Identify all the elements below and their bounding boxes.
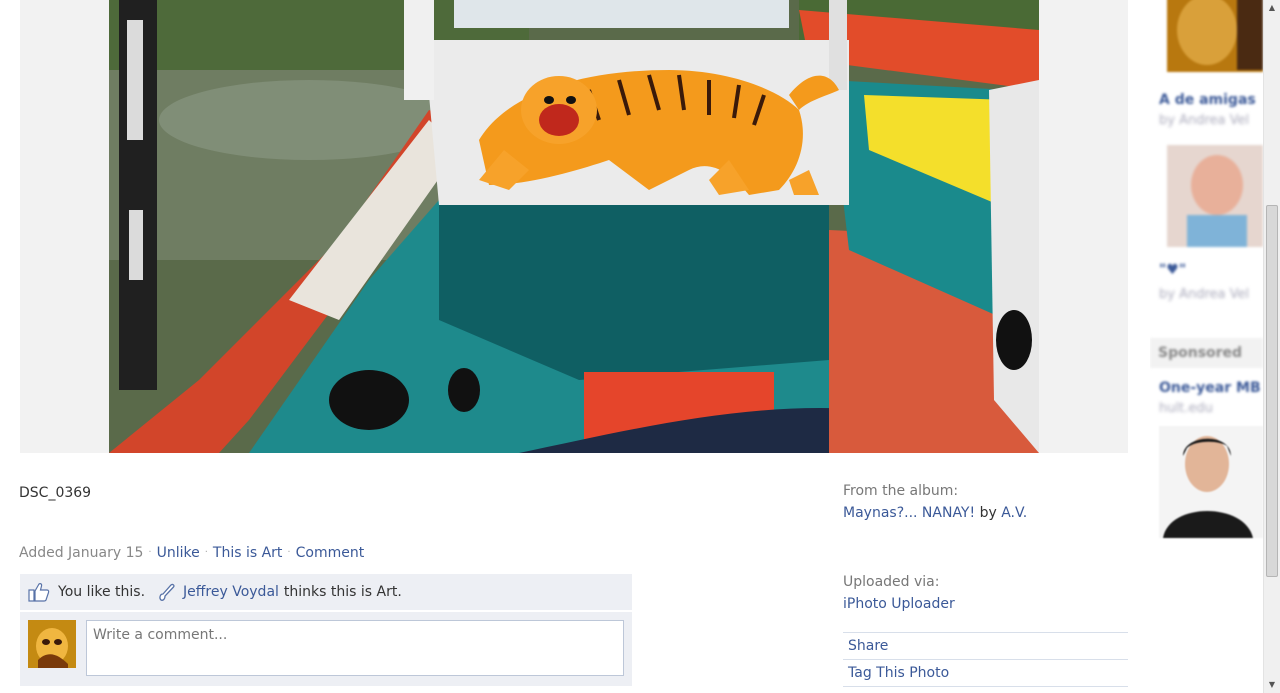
unlike-link[interactable]: Unlike <box>157 545 200 561</box>
right-sidebar: A de amigas by Andrea Vel "♥" by Andrea … <box>1150 0 1263 693</box>
you-like-text: You like this. <box>58 584 146 600</box>
by-word: by <box>979 505 997 521</box>
likes-box: You like this. Jeffrey Voydal thinks thi… <box>20 574 632 610</box>
comment-input[interactable] <box>86 620 624 676</box>
share-link[interactable]: Share <box>843 632 1128 659</box>
avatar[interactable] <box>28 620 76 668</box>
author-link[interactable]: A.V. <box>1001 505 1027 521</box>
sidebar-album-1-title[interactable]: A de amigas <box>1159 92 1256 108</box>
sidebar-album-2-title[interactable]: "♥" <box>1159 262 1186 278</box>
art-user-link[interactable]: Jeffrey Voydal <box>183 584 279 600</box>
tag-photo-link[interactable]: Tag This Photo <box>843 659 1128 687</box>
ad-image[interactable] <box>1159 426 1263 538</box>
from-album-label: From the album: <box>843 483 959 499</box>
photo-info: From the album: Maynas?... NANAY! by A.V… <box>843 483 1128 687</box>
sidebar-album-1-by: by Andrea Vel <box>1159 113 1250 128</box>
this-is-art-link[interactable]: This is Art <box>213 545 283 561</box>
comment-link[interactable]: Comment <box>296 545 365 561</box>
photo-actions: Share Tag This Photo <box>843 632 1128 687</box>
photo-caption: DSC_0369 <box>19 485 92 501</box>
art-suffix-text: thinks this is Art. <box>283 584 402 600</box>
photo-meta: Added January 15 · Unlike · This is Art · Comm… <box>19 545 364 561</box>
uploader-line: iPhoto Uploader <box>843 596 1128 618</box>
added-date: Added January 15 <box>19 545 144 561</box>
uploaded-via-label: Uploaded via: <box>843 574 940 590</box>
album-line: Maynas?... NANAY! by A.V. <box>843 505 1128 527</box>
album-thumb-2[interactable] <box>1167 145 1263 247</box>
uploader-link[interactable]: iPhoto Uploader <box>843 596 955 612</box>
separator-dot: · <box>204 547 208 558</box>
separator-dot: · <box>148 547 152 558</box>
scroll-down-arrow-icon[interactable]: ▼ <box>1264 677 1280 693</box>
ad-title-link[interactable]: One-year MB <box>1159 380 1261 396</box>
vertical-scrollbar[interactable]: ▲ ▼ <box>1263 0 1280 693</box>
sponsored-header: Sponsored <box>1150 338 1263 368</box>
sidebar-album-2-by: by Andrea Vel <box>1159 287 1250 302</box>
separator-dot: · <box>287 547 291 558</box>
thumbs-up-icon <box>28 582 50 602</box>
comment-box <box>20 612 632 686</box>
photo-stage <box>20 0 1128 453</box>
album-thumb-1[interactable] <box>1167 0 1263 72</box>
main-photo[interactable] <box>109 0 1039 453</box>
album-link[interactable]: Maynas?... NANAY! <box>843 505 975 521</box>
scroll-up-arrow-icon[interactable]: ▲ <box>1264 0 1280 16</box>
ad-subtitle: hult.edu <box>1159 401 1213 416</box>
scroll-thumb[interactable] <box>1266 205 1278 577</box>
paintbrush-icon <box>157 582 177 602</box>
